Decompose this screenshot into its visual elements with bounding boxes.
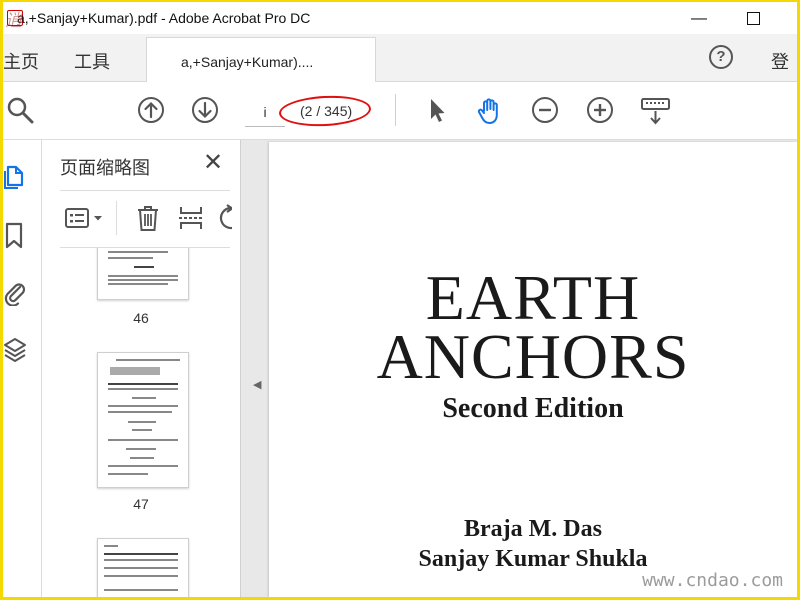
zoom-in-button[interactable] [586, 96, 614, 124]
book-edition: Second Edition [442, 393, 624, 424]
tab-home[interactable]: 主页 [3, 48, 39, 74]
extract-page-button[interactable] [178, 204, 204, 232]
delete-page-button[interactable] [136, 204, 160, 232]
document-tab-label: a,+Sanjay+Kumar).... [181, 54, 314, 70]
plus-circle-icon [587, 97, 613, 123]
page-thumbnails-nav[interactable] [3, 162, 27, 189]
hand-icon [477, 98, 498, 124]
page-thumbnail-48[interactable] [97, 538, 189, 597]
fit-page-button[interactable] [639, 96, 673, 125]
close-panel-button[interactable]: ✕ [200, 150, 226, 176]
previous-page-button[interactable] [137, 96, 165, 124]
extract-icon [179, 207, 203, 229]
acrobat-window: a,+Sanjay+Kumar).pdf - Adobe Acrobat Pro… [3, 2, 797, 597]
pages-icon [4, 165, 24, 189]
arrow-up-circle-icon [138, 97, 164, 123]
bookmark-icon [5, 222, 23, 249]
attachments-nav[interactable] [3, 278, 27, 307]
layers-icon [4, 338, 26, 362]
panel-toolbar-divider [116, 201, 117, 235]
thumbnail-options-button[interactable] [64, 204, 106, 232]
book-title-line-2: ANCHORS [376, 321, 690, 392]
maximize-button[interactable] [731, 6, 775, 32]
pdf-page: EARTH ANCHORS Second Edition Braja M. Da… [269, 142, 797, 597]
trash-icon [138, 206, 158, 231]
toolbar: (2 / 345) [3, 82, 797, 140]
document-tab[interactable]: a,+Sanjay+Kumar).... [146, 37, 376, 83]
select-tool-button[interactable] [423, 96, 451, 124]
window-title: a,+Sanjay+Kumar).pdf - Adobe Acrobat Pro… [17, 10, 311, 26]
collapse-panel-arrow-icon[interactable]: ◀ [253, 378, 261, 391]
panel-toolbar [60, 190, 232, 248]
maximize-icon [746, 12, 760, 26]
tab-bar: 主页 工具 a,+Sanjay+Kumar).... ? 登 [3, 34, 797, 83]
title-bar: a,+Sanjay+Kumar).pdf - Adobe Acrobat Pro… [3, 2, 797, 34]
minus-circle-icon [532, 97, 558, 123]
document-view[interactable]: ◀ EARTH ANCHORS Second Edition Braja M. … [241, 140, 797, 597]
minimize-button[interactable]: — [677, 6, 721, 32]
tab-tools[interactable]: 工具 [74, 48, 110, 74]
bookmarks-nav[interactable] [3, 222, 27, 249]
next-page-button[interactable] [191, 96, 219, 124]
left-nav-column [3, 140, 42, 597]
highlight-ring-annotation [278, 93, 372, 129]
thumbnail-list: 46 47 [60, 248, 222, 597]
site-watermark: www.cndao.com [642, 570, 783, 591]
toolbar-divider [395, 94, 396, 126]
panel-title: 页面缩略图 [60, 158, 150, 178]
cursor-arrow-icon [431, 99, 445, 122]
book-author-2: Sanjay Kumar Shukla [418, 546, 648, 572]
options-menu-icon [65, 208, 102, 228]
search-button[interactable] [5, 95, 34, 124]
page-number-47: 47 [133, 496, 149, 512]
login-button[interactable]: 登 [771, 48, 789, 74]
page-number-46: 46 [133, 310, 149, 326]
corner-watermark: 逍 [5, 11, 23, 31]
magnifier-icon [7, 97, 34, 124]
rotate-icon [219, 204, 232, 230]
page-thumbnails-panel: 页面缩略图 ✕ 46 47 [42, 140, 278, 597]
page-thumbnail-47[interactable] [97, 352, 189, 488]
rotate-page-button[interactable] [218, 204, 232, 232]
page-thumbnail-46[interactable] [97, 248, 189, 300]
zoom-out-button[interactable] [531, 96, 559, 124]
paperclip-icon [4, 283, 26, 307]
help-button[interactable]: ? [709, 45, 733, 69]
hand-tool-button[interactable] [475, 96, 503, 124]
book-author-1: Braja M. Das [464, 516, 602, 542]
layers-nav[interactable] [3, 336, 27, 362]
keyboard-scroll-icon [641, 98, 670, 125]
arrow-down-circle-icon [192, 97, 218, 123]
